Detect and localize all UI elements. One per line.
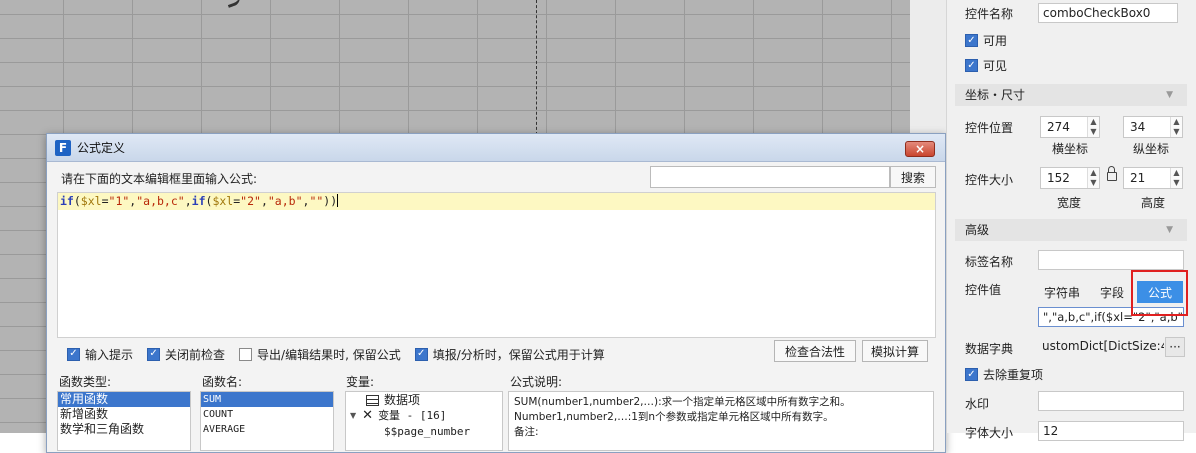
property-panel: 控件名称 comboCheckBox0 ✓ 可用 ✓ 可见 坐标・尺寸 ▼ 控件…: [946, 0, 1196, 441]
size-label: 控件大小: [965, 173, 1014, 187]
collapse-chevron-icon[interactable]: ▼: [1166, 219, 1173, 241]
dict-more-button[interactable]: ···: [1165, 337, 1185, 357]
formula-token: ,: [184, 194, 192, 208]
checkbox-unchecked-icon[interactable]: [239, 347, 253, 361]
check-before-close-option[interactable]: ✓ 关闭前检查: [147, 346, 225, 363]
formula-token: =: [101, 194, 109, 208]
var-label: 变量:: [346, 375, 375, 389]
options-row: ✓ 输入提示 ✓ 关闭前检查 导出/编辑结果时, 保留公式 ✓ 填报/分析时，保…: [67, 344, 619, 364]
stepper-arrows-icon[interactable]: ▲ ▼: [1087, 117, 1099, 137]
dict-value[interactable]: ustomDict[DictSize:4]: [1038, 337, 1164, 357]
app-logo-icon: F: [55, 139, 71, 156]
pos-y-stepper[interactable]: 34 ▲ ▼: [1123, 116, 1183, 138]
list-item[interactable]: COUNT: [201, 407, 333, 422]
close-button[interactable]: ×: [905, 141, 935, 157]
desc-label: 公式说明:: [510, 375, 563, 389]
tag-name-input[interactable]: [1038, 250, 1184, 270]
list-item[interactable]: SUM: [201, 392, 333, 407]
width-label: 宽度: [1057, 196, 1082, 210]
dict-label: 数据字典: [965, 342, 1014, 356]
y-label: 纵坐标: [1133, 142, 1170, 156]
formula-token: if: [191, 194, 206, 208]
lock-shackle-icon: [1108, 166, 1115, 173]
text-caret: [337, 194, 339, 207]
search-button[interactable]: 搜索: [890, 166, 936, 188]
formula-dialog: F 公式定义 × 请在下面的文本编辑框里面输入公式: 搜索 if($xl="1"…: [46, 133, 946, 453]
formula-token: (: [73, 194, 81, 208]
check-validity-button[interactable]: 检查合法性: [774, 340, 856, 362]
formula-token: "a,b,c": [136, 194, 185, 208]
fn-type-list[interactable]: 常用函数 新增函数 数学和三角函数: [57, 391, 191, 451]
tree-item-data-item[interactable]: 数据项: [346, 392, 502, 408]
fn-name-list[interactable]: SUM COUNT AVERAGE: [200, 391, 334, 451]
tree-item-page-number[interactable]: $$page_number: [346, 424, 502, 440]
tag-name-label: 标签名称: [965, 255, 1014, 269]
font-size-select[interactable]: 12: [1038, 421, 1184, 441]
keep-formula-fill-option[interactable]: ✓ 填报/分析时，保留公式用于计算: [414, 346, 605, 363]
list-item[interactable]: 新增函数: [58, 407, 190, 422]
lock-icon[interactable]: [1107, 172, 1117, 181]
dedupe-checkbox[interactable]: ✓ 去除重复项: [965, 366, 1043, 383]
page-break-line: [536, 0, 537, 135]
formula-line: if($xl="1","a,b,c",if($xl="2","a,b","")): [58, 193, 935, 210]
checkbox-checked-icon[interactable]: ✓: [67, 347, 80, 361]
height-label: 高度: [1141, 196, 1166, 210]
formula-token: "1": [108, 194, 130, 208]
table-icon: [366, 394, 379, 406]
fn-type-label: 函数类型:: [59, 375, 112, 389]
checkbox-checked-icon[interactable]: ✓: [965, 368, 978, 381]
formula-token: $xl: [80, 194, 102, 208]
watermark-label: 水印: [965, 397, 990, 411]
formula-description: SUM(number1,number2,…):求一个指定单元格区域中所有数字之和…: [508, 391, 934, 451]
height-stepper[interactable]: 21 ▲ ▼: [1123, 167, 1183, 189]
dialog-title: 公式定义: [77, 141, 126, 155]
formula-token: $xl: [212, 194, 234, 208]
section-advanced[interactable]: 高级 ▼: [955, 219, 1187, 241]
watermark-input[interactable]: [1038, 391, 1184, 411]
variable-x-icon: ✕: [362, 408, 374, 423]
search-input[interactable]: [650, 166, 890, 188]
collapse-chevron-icon[interactable]: ▼: [1166, 84, 1173, 106]
formula-editor[interactable]: if($xl="1","a,b,c",if($xl="2","a,b","")): [57, 192, 936, 338]
checkbox-checked-icon[interactable]: ✓: [965, 59, 978, 72]
tree-item-var-group[interactable]: ▼ ✕ 变量 - [16]: [346, 408, 502, 424]
annotation-highlight-box: [1131, 270, 1188, 316]
list-item[interactable]: AVERAGE: [201, 422, 333, 437]
section-coords[interactable]: 坐标・尺寸 ▼: [955, 84, 1187, 106]
pos-x-stepper[interactable]: 274 ▲ ▼: [1040, 116, 1100, 138]
stepper-arrows-icon[interactable]: ▲ ▼: [1170, 168, 1182, 188]
width-stepper[interactable]: 152 ▲ ▼: [1040, 167, 1100, 189]
collapse-arrow-icon[interactable]: ▼: [350, 408, 356, 424]
seg-string-tab[interactable]: 字符串: [1040, 281, 1084, 303]
enabled-checkbox[interactable]: ✓ 可用: [965, 32, 1007, 49]
control-name-label: 控件名称: [965, 7, 1014, 21]
checkbox-checked-icon[interactable]: ✓: [414, 347, 428, 361]
formula-token: "2": [240, 194, 261, 208]
seg-field-tab[interactable]: 字段: [1092, 281, 1132, 303]
checkbox-checked-icon[interactable]: ✓: [147, 347, 161, 361]
list-item[interactable]: 数学和三角函数: [58, 422, 190, 437]
fn-name-label: 函数名:: [202, 375, 243, 389]
visible-checkbox[interactable]: ✓ 可见: [965, 57, 1007, 74]
checkbox-checked-icon[interactable]: ✓: [965, 34, 978, 47]
formula-token: "": [309, 194, 324, 208]
formula-token: "a,b": [267, 194, 303, 208]
position-label: 控件位置: [965, 121, 1014, 135]
keep-formula-export-option[interactable]: 导出/编辑结果时, 保留公式: [239, 346, 401, 363]
input-hint-option[interactable]: ✓ 输入提示: [67, 346, 133, 363]
simulate-button[interactable]: 模拟计算: [862, 340, 928, 362]
formula-prompt: 请在下面的文本编辑框里面输入公式:: [61, 172, 258, 186]
stepper-arrows-icon[interactable]: ▲ ▼: [1170, 117, 1182, 137]
formula-token: ,: [260, 194, 268, 208]
variable-tree[interactable]: 数据项 ▼ ✕ 变量 - [16] $$page_number: [345, 391, 503, 451]
list-item[interactable]: 常用函数: [58, 392, 190, 407]
control-name-input[interactable]: comboCheckBox0: [1038, 3, 1178, 23]
control-value-label: 控件值: [965, 283, 1002, 297]
formula-token: if: [60, 194, 74, 208]
dialog-titlebar[interactable]: F 公式定义: [47, 134, 945, 162]
formula-token: )): [323, 194, 338, 208]
x-label: 横坐标: [1052, 142, 1089, 156]
stepper-arrows-icon[interactable]: ▲ ▼: [1087, 168, 1099, 188]
